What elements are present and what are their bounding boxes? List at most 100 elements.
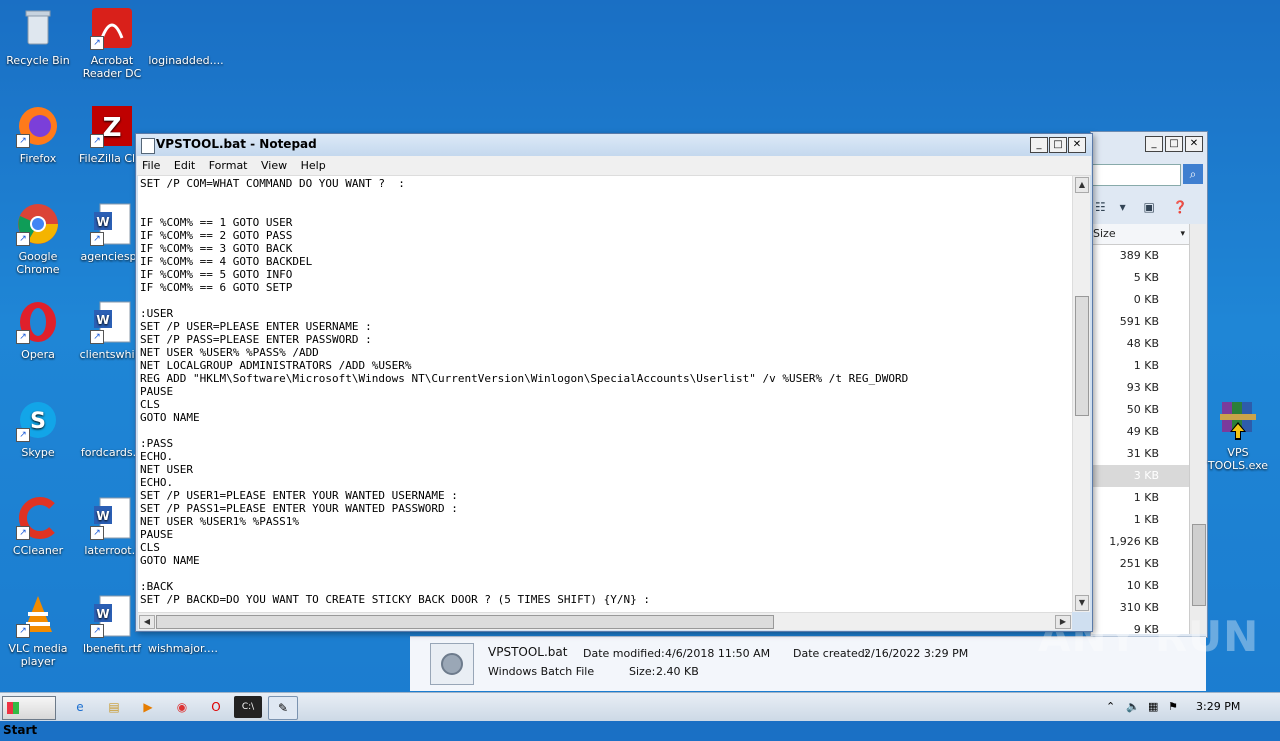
word-document-icon: W ↗ <box>90 496 134 540</box>
system-tray: ⌃ 🔈 ▦ ⚑ 3:29 PM <box>1100 693 1280 721</box>
filezilla-icon: Z ↗ <box>90 104 134 148</box>
file-size-cell[interactable]: 49 KB <box>1091 421 1189 443</box>
desktop-icon-skype[interactable]: S ↗ Skype <box>0 398 76 459</box>
desktop-icon-opera[interactable]: ↗ Opera <box>0 300 76 361</box>
file-size-cell[interactable]: 50 KB <box>1091 399 1189 421</box>
horizontal-scrollbar[interactable]: ◀ ▶ <box>138 612 1072 630</box>
minimize-button[interactable]: _ <box>1145 136 1163 152</box>
file-name: VPSTOOL.bat <box>488 645 568 659</box>
notepad-taskbar-button[interactable]: ✎ <box>268 696 298 720</box>
chevron-down-icon: ▾ <box>1180 229 1185 239</box>
menu-view[interactable]: View <box>256 156 292 175</box>
close-button[interactable]: ✕ <box>1068 137 1086 153</box>
file-icon <box>164 6 208 50</box>
desktop-icon-acrobat[interactable]: ↗ Acrobat Reader DC <box>74 6 150 80</box>
opera-taskbar-icon[interactable]: O <box>202 696 230 718</box>
explorer-window[interactable]: _ □ ✕ ⌕ ☷ ▾ ▣ ❓ Size ▾ 389 KB 5 KB 0 KB 591… <box>1090 131 1208 638</box>
menu-edit[interactable]: Edit <box>169 156 200 175</box>
file-size-cell[interactable]: 251 KB <box>1091 553 1189 575</box>
word-document-icon: W ↗ <box>90 300 134 344</box>
media-player-icon[interactable]: ▶ <box>134 696 162 718</box>
menu-help[interactable]: Help <box>296 156 331 175</box>
notepad-icon <box>141 138 155 154</box>
file-size-cell[interactable]: 389 KB <box>1091 245 1189 267</box>
start-button[interactable]: Start <box>2 696 56 737</box>
svg-text:W: W <box>96 607 109 621</box>
explorer-folder-icon[interactable]: ▤ <box>100 696 128 718</box>
file-size-cell[interactable]: 591 KB <box>1091 311 1189 333</box>
desktop-icon-label: Google Chrome <box>16 250 60 276</box>
file-size-cell[interactable]: 1 KB <box>1091 509 1189 531</box>
column-header-size[interactable]: Size ▾ <box>1091 224 1189 245</box>
shortcut-arrow-icon: ↗ <box>90 330 104 344</box>
firefox-icon: ↗ <box>16 104 60 148</box>
search-input[interactable] <box>1091 164 1181 186</box>
notepad-window-controls: _ □ ✕ <box>1030 137 1086 153</box>
vertical-scrollbar[interactable]: ▲ ▼ <box>1072 176 1090 612</box>
desktop-icon-firefox[interactable]: ↗ Firefox <box>0 104 76 165</box>
network-icon[interactable]: ▦ <box>1148 700 1158 713</box>
desktop-icon-ccleaner[interactable]: ↗ CCleaner <box>0 496 76 557</box>
file-size-cell[interactable]: 5 KB <box>1091 267 1189 289</box>
date-created-label: Date created: <box>793 647 869 660</box>
file-size-cell[interactable]: 31 KB <box>1091 443 1189 465</box>
search-icon[interactable]: ⌕ <box>1183 164 1203 184</box>
shortcut-arrow-icon: ↗ <box>16 624 30 638</box>
acrobat-icon: ↗ <box>90 6 134 50</box>
file-content[interactable]: SET /P COM=WHAT COMMAND DO YOU WANT ? : … <box>138 176 1072 607</box>
chevron-down-icon[interactable]: ▾ <box>1120 200 1126 214</box>
file-size-cell[interactable]: 10 KB <box>1091 575 1189 597</box>
file-size-cell[interactable]: 1 KB <box>1091 487 1189 509</box>
command-prompt-icon[interactable]: C:\ <box>234 696 262 718</box>
help-icon[interactable]: ❓ <box>1173 200 1188 214</box>
desktop-icon-label: VLC media player <box>8 642 68 668</box>
desktop-icon-loginadded[interactable]: loginadded.... <box>148 6 224 67</box>
desktop-icon-label: loginadded.... <box>148 54 224 67</box>
desktop-icon-vlc[interactable]: ↗ VLC media player <box>0 594 76 668</box>
desktop-icon-vps-tools[interactable]: VPS TOOLS.exe <box>1200 398 1276 472</box>
preview-pane-icon[interactable]: ▣ <box>1143 200 1154 214</box>
file-size-cell[interactable]: 48 KB <box>1091 333 1189 355</box>
desktop-icon-label: Recycle Bin <box>6 54 70 67</box>
desktop-icon-label: Acrobat Reader DC <box>82 54 142 80</box>
file-size-cell[interactable]: 3 KB <box>1091 465 1189 487</box>
ccleaner-icon: ↗ <box>16 496 60 540</box>
maximize-button[interactable]: □ <box>1049 137 1067 153</box>
chrome-icon: ↗ <box>16 202 60 246</box>
file-size-cell[interactable]: 1,926 KB <box>1091 531 1189 553</box>
scrollbar-thumb[interactable] <box>1192 524 1206 606</box>
scroll-down-icon[interactable]: ▼ <box>1075 595 1089 611</box>
maximize-button[interactable]: □ <box>1165 136 1183 152</box>
file-size-cell[interactable]: 1 KB <box>1091 355 1189 377</box>
notepad-window[interactable]: VPSTOOL.bat - Notepad _ □ ✕ File Edit Fo… <box>135 133 1093 632</box>
shortcut-arrow-icon: ↗ <box>16 232 30 246</box>
notepad-title-bar[interactable]: VPSTOOL.bat - Notepad _ □ ✕ <box>136 134 1092 156</box>
date-created-value: 2/16/2022 3:29 PM <box>864 647 969 660</box>
text-editor[interactable]: SET /P COM=WHAT COMMAND DO YOU WANT ? : … <box>138 176 1072 612</box>
menu-format[interactable]: Format <box>204 156 253 175</box>
file-list: Size ▾ 389 KB 5 KB 0 KB 591 KB 48 KB 1 KB 93 K… <box>1091 224 1189 636</box>
scroll-up-icon[interactable]: ▲ <box>1075 177 1089 193</box>
scrollbar-thumb[interactable] <box>1075 296 1089 416</box>
vlc-cone-icon: ↗ <box>16 594 60 638</box>
flag-icon[interactable]: ⚑ <box>1168 700 1178 713</box>
winrar-archive-icon <box>1216 398 1260 442</box>
file-size-cell[interactable]: 93 KB <box>1091 377 1189 399</box>
menu-file[interactable]: File <box>137 156 165 175</box>
scroll-left-icon[interactable]: ◀ <box>139 615 155 629</box>
desktop-icon-label: Skype <box>21 446 55 459</box>
close-button[interactable]: ✕ <box>1185 136 1203 152</box>
clock[interactable]: 3:29 PM <box>1196 700 1240 713</box>
menu-bar: File Edit Format View Help <box>137 156 1091 176</box>
minimize-button[interactable]: _ <box>1030 137 1048 153</box>
file-size-cell[interactable]: 0 KB <box>1091 289 1189 311</box>
show-hidden-icons-icon[interactable]: ⌃ <box>1106 700 1115 713</box>
chrome-taskbar-icon[interactable]: ◉ <box>168 696 196 718</box>
view-options-icon[interactable]: ☷ <box>1095 200 1106 214</box>
volume-icon[interactable]: 🔈 <box>1126 700 1140 713</box>
internet-explorer-icon[interactable]: e <box>66 696 94 718</box>
desktop-icon-google-chrome[interactable]: ↗ Google Chrome <box>0 202 76 276</box>
scroll-right-icon[interactable]: ▶ <box>1055 615 1071 629</box>
scrollbar-thumb[interactable] <box>156 615 774 629</box>
desktop-icon-recycle-bin[interactable]: Recycle Bin <box>0 6 76 67</box>
